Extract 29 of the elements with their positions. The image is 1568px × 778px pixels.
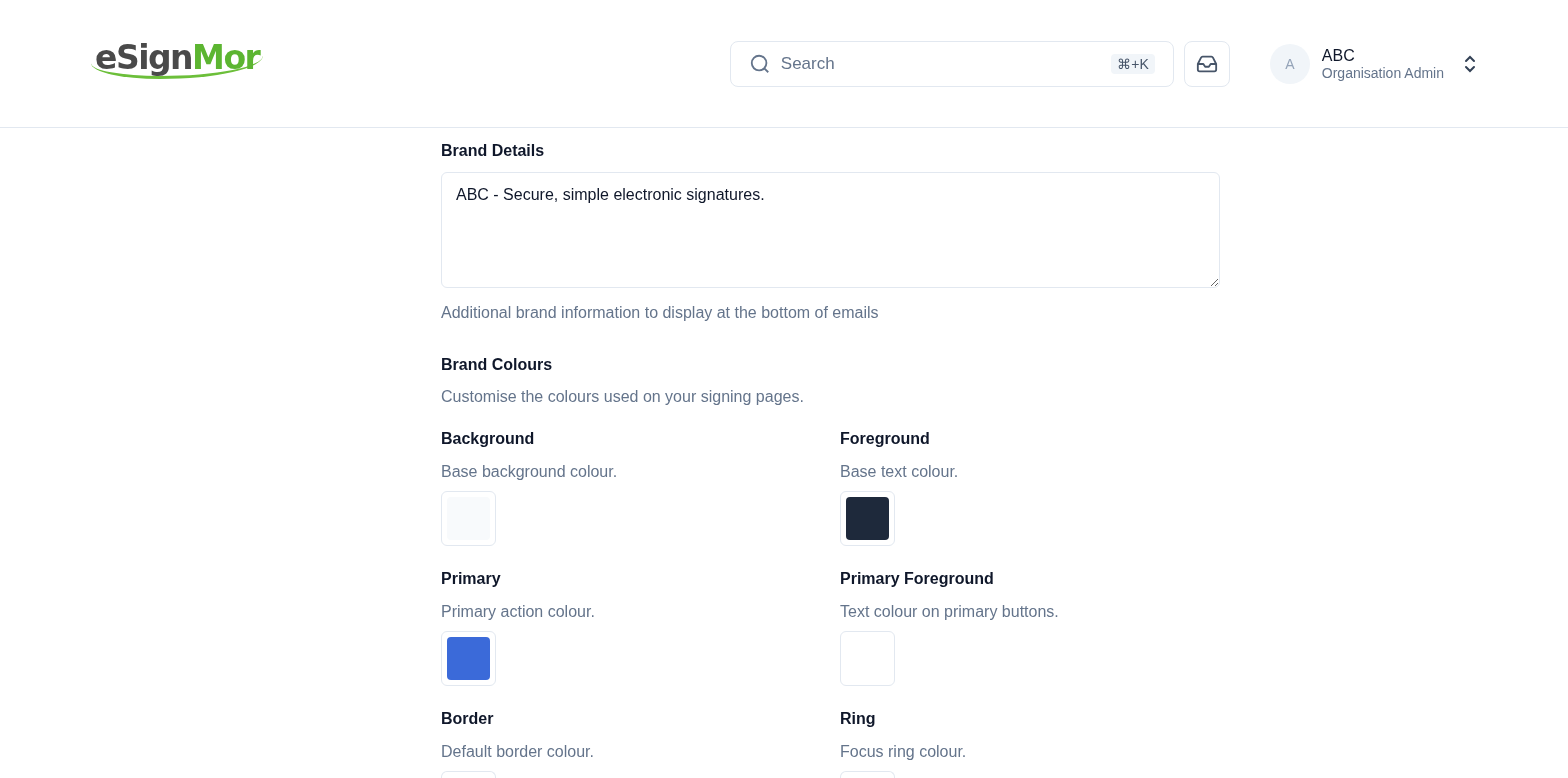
field-label: Brand Details <box>441 142 546 160</box>
colour-swatch[interactable] <box>840 491 895 546</box>
colour-swatch[interactable] <box>441 631 496 686</box>
section-description: Customise the colours used on your signing pages. <box>441 388 805 406</box>
user-name: ABC <box>1321 46 1356 65</box>
colour-description: Base text colour. <box>840 463 960 481</box>
colour-swatch[interactable] <box>840 631 895 686</box>
help-text: Additional brand information to display at the bottom of emails <box>441 304 880 322</box>
colour-label: Background <box>441 430 536 448</box>
colour-label: Border <box>441 710 495 728</box>
search-icon <box>748 52 771 75</box>
colour-label: Primary Foreground <box>840 570 995 588</box>
colour-description: Text colour on primary buttons. <box>840 603 1060 621</box>
chevron-updown-icon[interactable] <box>1462 53 1478 74</box>
brand-details-field[interactable]: ABC - Secure, simple electronic signatures. <box>441 172 1220 288</box>
logo: eSignMor <box>91 39 264 80</box>
colour-label: Primary <box>441 570 502 588</box>
colour-swatch[interactable] <box>441 491 496 546</box>
colour-label: Foreground <box>840 430 931 448</box>
colour-label: Ring <box>840 710 877 728</box>
colour-description: Primary action colour. <box>441 603 596 621</box>
colour-description: Default border colour. <box>441 743 595 761</box>
search-field[interactable]: Search ⌘+K <box>729 40 1174 87</box>
inbox-button[interactable] <box>1183 40 1230 87</box>
colour-description: Base background colour. <box>441 463 619 481</box>
user-role: Organisation Admin <box>1321 64 1444 81</box>
section-title: Brand Colours <box>441 356 554 374</box>
colour-description: Focus ring colour. <box>840 743 968 761</box>
shortcut-hint: ⌘+K <box>1111 53 1155 74</box>
